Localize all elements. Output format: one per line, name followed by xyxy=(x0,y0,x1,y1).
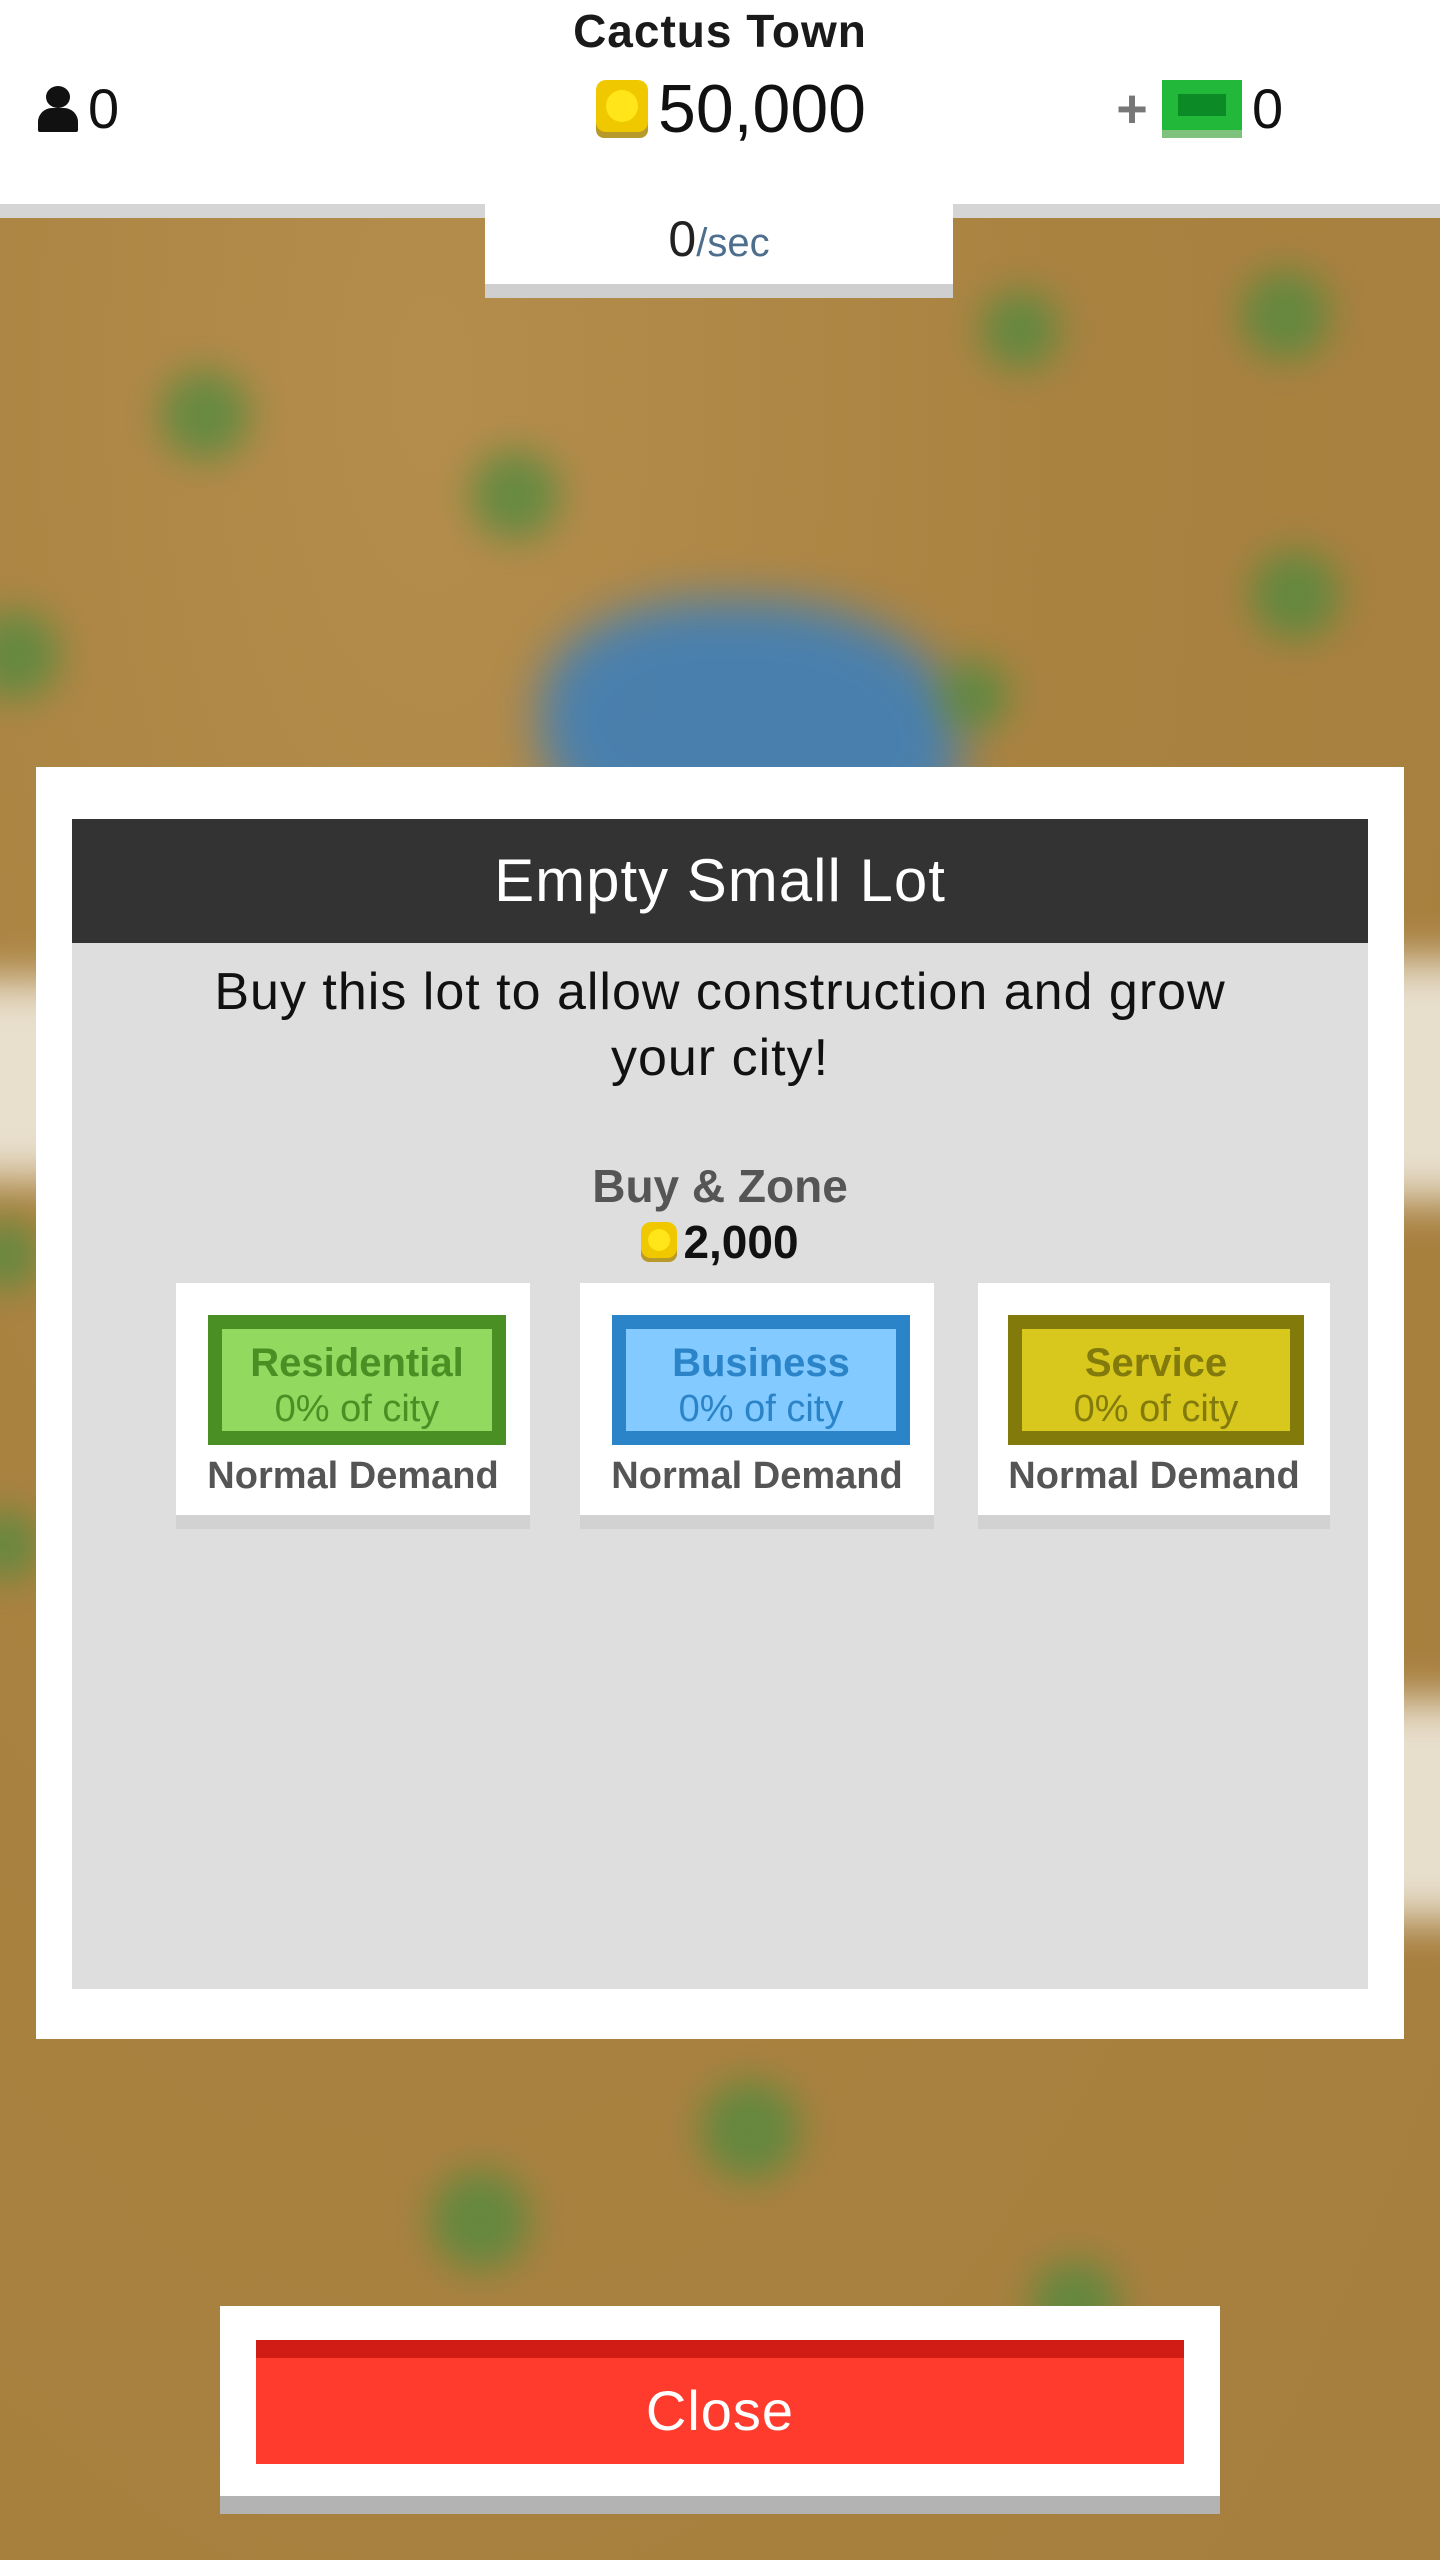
zone-demand: Normal Demand xyxy=(1008,1455,1300,1497)
zone-card-residential: Residential 0% of city Normal Demand xyxy=(176,1283,530,1529)
income-rate-unit: /sec xyxy=(696,221,770,265)
dialog-description: Buy this lot to allow construction and g… xyxy=(214,963,1226,1087)
coin-value: 50,000 xyxy=(658,71,866,147)
bill-icon xyxy=(1162,79,1242,138)
plus-icon[interactable]: + xyxy=(1112,78,1152,140)
income-rate-tab: 0/sec xyxy=(485,204,953,298)
person-icon xyxy=(36,85,80,132)
lot-price-value: 2,000 xyxy=(683,1216,799,1268)
coin-icon xyxy=(641,1222,678,1262)
zone-card-service: Service 0% of city Normal Demand xyxy=(978,1283,1330,1529)
top-status-bar: Cactus Town 0 50,000 + 0 xyxy=(0,0,1440,218)
zone-demand: Normal Demand xyxy=(207,1455,499,1497)
city-name: Cactus Town xyxy=(573,5,867,57)
zone-name: Service xyxy=(1084,1341,1228,1385)
zone-name: Residential xyxy=(250,1341,464,1385)
close-button[interactable]: Close xyxy=(256,2340,1184,2464)
lot-dialog: Empty Small Lot Buy this lot to allow co… xyxy=(36,767,1404,2039)
business-zone-button[interactable]: Business 0% of city xyxy=(612,1315,910,1445)
cash-value: 0 xyxy=(1252,77,1284,140)
zone-share: 0% of city xyxy=(1073,1388,1239,1430)
income-rate-value: 0 xyxy=(668,211,697,267)
coin-counter: 50,000 xyxy=(596,70,866,148)
residential-zone-button[interactable]: Residential 0% of city xyxy=(208,1315,506,1445)
lot-price: 2,000 xyxy=(72,1215,1368,1269)
lot-dialog-body: Empty Small Lot Buy this lot to allow co… xyxy=(72,819,1368,1989)
zone-share: 0% of city xyxy=(274,1388,440,1430)
zone-demand: Normal Demand xyxy=(611,1455,903,1497)
cash-counter[interactable]: + 0 xyxy=(1112,76,1283,141)
close-button-panel: Close xyxy=(220,2306,1220,2514)
service-zone-button[interactable]: Service 0% of city xyxy=(1008,1315,1304,1445)
zone-card-business: Business 0% of city Normal Demand xyxy=(580,1283,934,1529)
zone-name: Business xyxy=(672,1341,850,1385)
zone-share: 0% of city xyxy=(678,1388,844,1430)
population-counter: 0 xyxy=(36,76,119,141)
buy-and-zone-label: Buy & Zone xyxy=(592,1160,848,1212)
dialog-title: Empty Small Lot xyxy=(72,819,1368,943)
population-value: 0 xyxy=(88,77,120,140)
coin-icon xyxy=(596,80,648,138)
